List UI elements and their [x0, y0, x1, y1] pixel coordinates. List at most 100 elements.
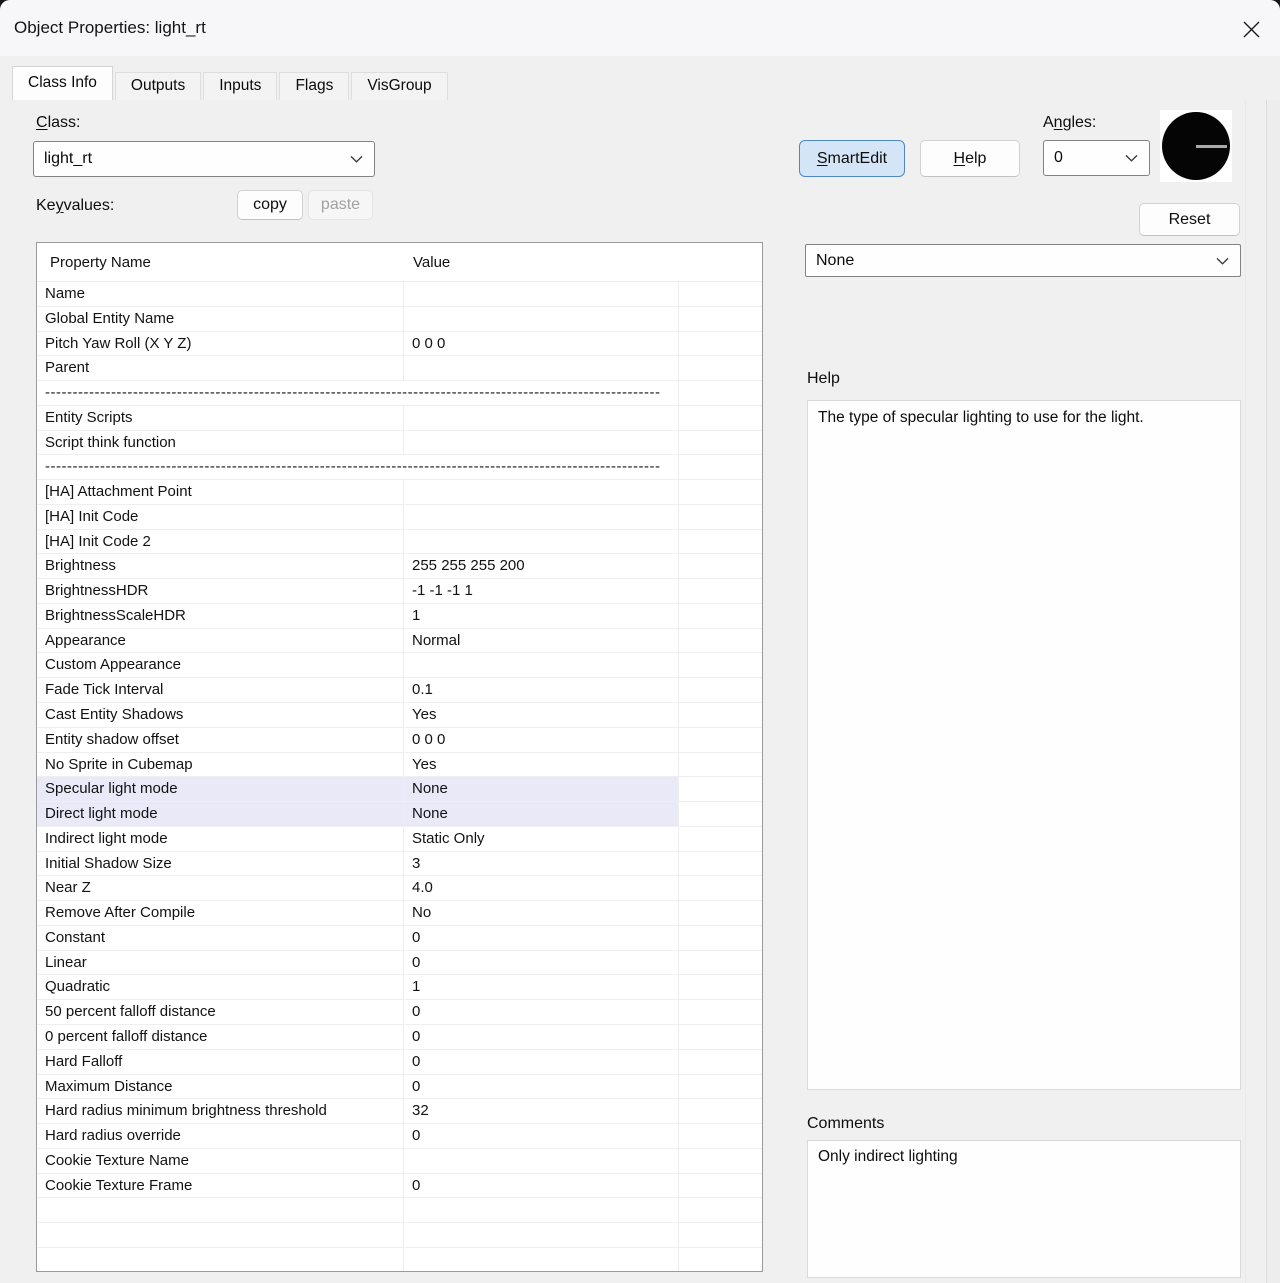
row-extra-cell: [679, 505, 762, 529]
table-header: Property Name Value: [37, 243, 762, 282]
property-value-cell: 0: [404, 1075, 679, 1099]
property-name-cell: 50 percent falloff distance: [37, 1000, 404, 1024]
table-row[interactable]: Global Entity Name: [37, 307, 762, 332]
table-row[interactable]: [HA] Attachment Point: [37, 480, 762, 505]
row-extra-cell: [679, 975, 762, 999]
property-name-cell: Hard radius minimum brightness threshold: [37, 1099, 404, 1123]
tab-visgroup[interactable]: VisGroup: [351, 72, 447, 100]
table-row[interactable]: Indirect light modeStatic Only: [37, 827, 762, 852]
property-value-cell: 0: [404, 1124, 679, 1148]
row-extra-cell: [679, 431, 762, 455]
copy-button[interactable]: copy: [237, 190, 303, 220]
property-name-cell: Fade Tick Interval: [37, 678, 404, 702]
row-extra-cell: [679, 1025, 762, 1049]
paste-button[interactable]: paste: [308, 190, 373, 220]
property-value-cell: [404, 1149, 679, 1173]
property-value-cell: 255 255 255 200: [404, 554, 679, 578]
property-name-cell: Indirect light mode: [37, 827, 404, 851]
tab-class-info[interactable]: Class Info: [12, 66, 113, 100]
titlebar: Object Properties: light_rt: [0, 0, 1280, 56]
table-row[interactable]: Hard Falloff0: [37, 1050, 762, 1075]
table-row[interactable]: Entity shadow offset0 0 0: [37, 728, 762, 753]
property-name-cell: Global Entity Name: [37, 307, 404, 331]
row-extra-cell: [679, 1223, 762, 1247]
table-body: NameGlobal Entity NamePitch Yaw Roll (X …: [37, 282, 762, 1272]
property-value-cell: 0 0 0: [404, 332, 679, 356]
table-row[interactable]: Constant0: [37, 926, 762, 951]
table-row[interactable]: Linear0: [37, 951, 762, 976]
row-extra-cell: [679, 753, 762, 777]
chevron-down-icon: [350, 155, 363, 163]
table-row[interactable]: Entity Scripts: [37, 406, 762, 431]
table-row[interactable]: Script think function: [37, 431, 762, 456]
angle-indicator[interactable]: [1160, 110, 1232, 182]
close-button[interactable]: [1236, 14, 1266, 44]
tab-inputs[interactable]: Inputs: [203, 72, 277, 100]
property-name-cell: Hard radius override: [37, 1124, 404, 1148]
property-value-cell: [404, 356, 679, 380]
table-row[interactable]: Initial Shadow Size3: [37, 852, 762, 877]
table-row[interactable]: BrightnessHDR-1 -1 -1 1: [37, 579, 762, 604]
table-row[interactable]: BrightnessScaleHDR1: [37, 604, 762, 629]
table-row[interactable]: Quadratic1: [37, 975, 762, 1000]
angles-select[interactable]: 0: [1043, 140, 1150, 176]
table-row[interactable]: Cookie Texture Frame0: [37, 1174, 762, 1199]
table-row[interactable]: Pitch Yaw Roll (X Y Z)0 0 0: [37, 332, 762, 357]
table-row[interactable]: Fade Tick Interval0.1: [37, 678, 762, 703]
table-empty-row: [37, 1248, 762, 1272]
table-row[interactable]: Custom Appearance: [37, 653, 762, 678]
row-extra-cell: [679, 604, 762, 628]
row-extra-cell: [679, 1000, 762, 1024]
row-extra-cell: [679, 1248, 762, 1272]
keyvalues-label: Keyvalues:: [36, 197, 114, 215]
class-select[interactable]: light_rt: [33, 141, 375, 177]
comments-input[interactable]: Only indirect lighting: [807, 1140, 1241, 1278]
table-row[interactable]: 50 percent falloff distance0: [37, 1000, 762, 1025]
table-row[interactable]: Parent: [37, 356, 762, 381]
property-name-cell: Parent: [37, 356, 404, 380]
table-row[interactable]: Hard radius override0: [37, 1124, 762, 1149]
table-row[interactable]: Cast Entity ShadowsYes: [37, 703, 762, 728]
row-extra-cell: [679, 381, 762, 405]
property-value-cell: 32: [404, 1099, 679, 1123]
table-row[interactable]: AppearanceNormal: [37, 629, 762, 654]
property-name-cell: Cookie Texture Name: [37, 1149, 404, 1173]
table-row[interactable]: 0 percent falloff distance0: [37, 1025, 762, 1050]
property-name-cell: Entity Scripts: [37, 406, 404, 430]
property-value-cell: 4.0: [404, 876, 679, 900]
table-row[interactable]: Name: [37, 282, 762, 307]
mode-select[interactable]: None: [805, 244, 1241, 277]
table-row[interactable]: Cookie Texture Name: [37, 1149, 762, 1174]
table-row[interactable]: [HA] Init Code 2: [37, 530, 762, 555]
reset-button[interactable]: Reset: [1139, 203, 1240, 236]
property-name-cell: Cookie Texture Frame: [37, 1174, 404, 1198]
property-value-cell: [404, 307, 679, 331]
table-row[interactable]: Maximum Distance0: [37, 1075, 762, 1100]
separator-dashes: ----------------------------------------…: [37, 455, 679, 479]
row-extra-cell: [679, 1124, 762, 1148]
property-name-cell: Direct light mode: [37, 802, 404, 826]
table-row[interactable]: Near Z4.0: [37, 876, 762, 901]
table-row[interactable]: No Sprite in CubemapYes: [37, 753, 762, 778]
tab-outputs[interactable]: Outputs: [115, 72, 201, 100]
table-row[interactable]: [HA] Init Code: [37, 505, 762, 530]
table-row[interactable]: Remove After CompileNo: [37, 901, 762, 926]
table-row[interactable]: Direct light modeNone: [37, 802, 762, 827]
property-value-cell: No: [404, 901, 679, 925]
window-right-edge: [1266, 100, 1280, 1283]
help-section-label: Help: [807, 370, 840, 388]
table-row[interactable]: Specular light modeNone: [37, 777, 762, 802]
row-extra-cell: [679, 1075, 762, 1099]
property-name-cell: BrightnessScaleHDR: [37, 604, 404, 628]
table-row[interactable]: Brightness255 255 255 200: [37, 554, 762, 579]
help-text: The type of specular lighting to use for…: [818, 409, 1144, 426]
tab-flags[interactable]: Flags: [279, 72, 349, 100]
property-value-cell: Static Only: [404, 827, 679, 851]
smartedit-button[interactable]: SmartEdit: [799, 140, 905, 177]
table-row[interactable]: Hard radius minimum brightness threshold…: [37, 1099, 762, 1124]
property-name-cell: [HA] Init Code: [37, 505, 404, 529]
property-name-cell: [HA] Attachment Point: [37, 480, 404, 504]
property-value-cell: [404, 1248, 679, 1272]
row-extra-cell: [679, 777, 762, 801]
help-button[interactable]: Help: [920, 140, 1020, 177]
